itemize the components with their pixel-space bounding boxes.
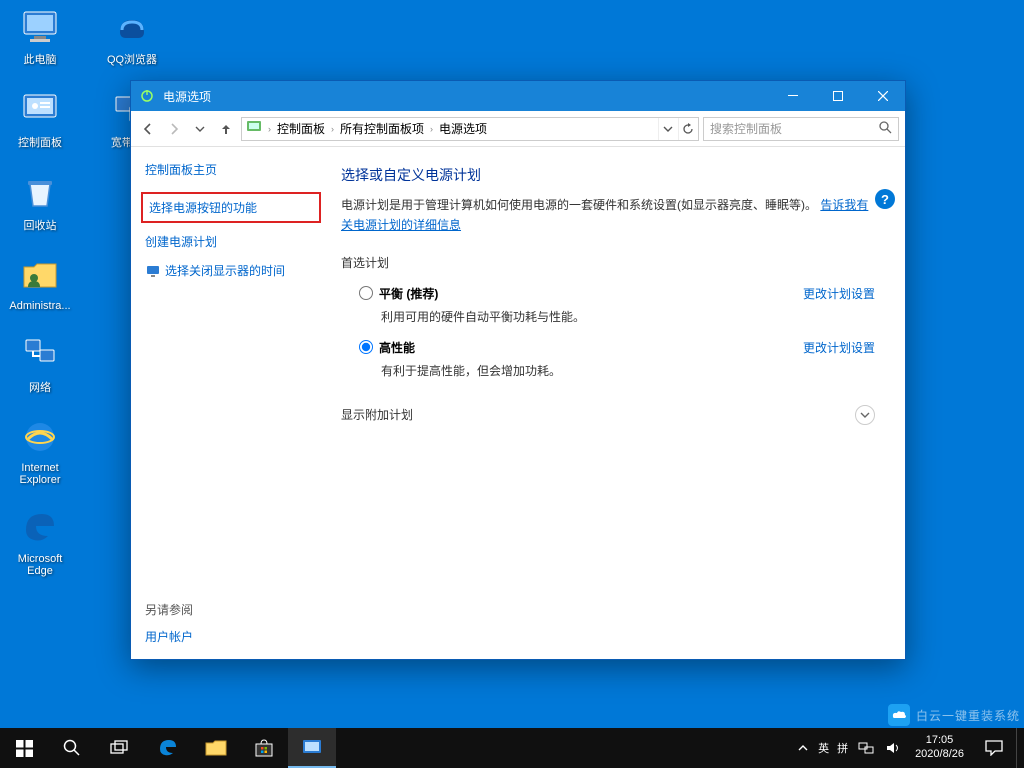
back-button[interactable] — [137, 118, 159, 140]
control-panel-icon — [246, 119, 262, 138]
label: 选择关闭显示器的时间 — [165, 262, 285, 279]
sidebar-link-user-accounts[interactable]: 用户帐户 — [145, 628, 317, 645]
taskbar-explorer[interactable] — [192, 728, 240, 768]
plan-name: 平衡 (推荐) — [379, 285, 438, 302]
edge-icon — [18, 506, 62, 550]
window-body: ? 控制面板主页 选择电源按钮的功能 创建电源计划 选择关闭显示器的时间 另请参… — [131, 147, 905, 659]
description: 电源计划是用于管理计算机如何使用电源的一套硬件和系统设置(如显示器亮度、睡眠等)… — [341, 195, 875, 236]
network-icon — [18, 332, 62, 376]
up-button[interactable] — [215, 118, 237, 140]
taskbar: 英 拼 17:05 2020/8/26 — [0, 728, 1024, 768]
forward-button[interactable] — [163, 118, 185, 140]
tray-overflow[interactable] — [792, 728, 814, 768]
recent-dropdown[interactable] — [189, 118, 211, 140]
label: Microsoft Edge — [6, 553, 74, 577]
search-icon — [879, 121, 892, 137]
tray-clock[interactable]: 17:05 2020/8/26 — [907, 734, 972, 762]
ime-indicator-lang[interactable]: 英 — [814, 728, 833, 768]
plan-balanced: 平衡 (推荐) 更改计划设置 利用可用的硬件自动平衡功耗与性能。 — [359, 285, 875, 325]
change-plan-link[interactable]: 更改计划设置 — [803, 285, 875, 302]
ie-icon — [18, 415, 62, 459]
chevron-right-icon: › — [266, 124, 273, 134]
plan-name: 高性能 — [379, 339, 415, 356]
toolbar: › 控制面板 › 所有控制面板项 › 电源选项 搜索控制面板 — [131, 111, 905, 147]
main-content: 选择或自定义电源计划 电源计划是用于管理计算机如何使用电源的一套硬件和系统设置(… — [331, 147, 905, 659]
window-power-options: 电源选项 › 控制面板 › 所有控制面板项 › 电源选项 搜索控制面板 — [130, 80, 906, 660]
show-desktop-button[interactable] — [1016, 728, 1022, 768]
preferred-plans-label: 首选计划 — [341, 254, 875, 271]
start-button[interactable] — [0, 728, 48, 768]
taskbar-controlpanel-active[interactable] — [288, 728, 336, 768]
label: 回收站 — [24, 217, 57, 233]
desktop-icon-edge[interactable]: Microsoft Edge — [6, 506, 74, 577]
label: Internet Explorer — [6, 462, 74, 486]
sidebar-item-create-plan[interactable]: 创建电源计划 — [145, 227, 317, 256]
change-plan-link[interactable]: 更改计划设置 — [803, 339, 875, 356]
folder-user-icon — [18, 253, 62, 297]
plan-radio-highperf[interactable]: 高性能 — [359, 339, 415, 356]
window-controls — [770, 81, 905, 111]
crumb-root[interactable]: 控制面板 — [275, 120, 327, 137]
search-input[interactable]: 搜索控制面板 — [703, 117, 899, 141]
show-additional-plans[interactable]: 显示附加计划 — [341, 405, 875, 425]
system-tray: 英 拼 17:05 2020/8/26 — [792, 728, 1024, 768]
refresh-button[interactable] — [678, 118, 696, 140]
taskbar-store[interactable] — [240, 728, 288, 768]
label: 创建电源计划 — [145, 233, 217, 250]
computer-icon — [18, 4, 62, 48]
label: 此电脑 — [24, 51, 57, 67]
sidebar-item-display-off[interactable]: 选择关闭显示器的时间 — [145, 256, 317, 285]
desktop-icon-controlpanel[interactable]: 控制面板 — [6, 87, 74, 150]
action-center-button[interactable] — [972, 728, 1016, 768]
date: 2020/8/26 — [915, 748, 964, 762]
ime-indicator-mode[interactable]: 拼 — [833, 728, 852, 768]
crumb-mid[interactable]: 所有控制面板项 — [338, 120, 426, 137]
qq-browser-icon — [110, 4, 154, 48]
desktop-icon-network[interactable]: 网络 — [6, 332, 74, 395]
search-placeholder: 搜索控制面板 — [710, 120, 782, 137]
display-icon — [145, 263, 161, 279]
desktop-icon-recyclebin[interactable]: 回收站 — [6, 170, 74, 233]
recycle-bin-icon — [18, 170, 62, 214]
maximize-button[interactable] — [815, 81, 860, 111]
desc-text: 电源计划是用于管理计算机如何使用电源的一套硬件和系统设置(如显示器亮度、睡眠等)… — [341, 198, 817, 212]
label: 显示附加计划 — [341, 406, 413, 423]
chevron-right-icon: › — [329, 124, 336, 134]
titlebar[interactable]: 电源选项 — [131, 81, 905, 111]
tray-volume-icon[interactable] — [880, 728, 907, 768]
address-dropdown[interactable] — [658, 118, 676, 140]
sidebar-home[interactable]: 控制面板主页 — [145, 161, 317, 178]
search-button[interactable] — [48, 728, 96, 768]
label: Administra... — [9, 300, 70, 312]
label: 选择电源按钮的功能 — [149, 199, 257, 216]
plan-note: 利用可用的硬件自动平衡功耗与性能。 — [381, 308, 875, 325]
label: QQ浏览器 — [107, 51, 157, 67]
close-button[interactable] — [860, 81, 905, 111]
minimize-button[interactable] — [770, 81, 815, 111]
taskbar-edge[interactable] — [144, 728, 192, 768]
desktop-icon-thispc[interactable]: 此电脑 — [6, 4, 74, 67]
tray-network-icon[interactable] — [852, 728, 880, 768]
window-title: 电源选项 — [163, 88, 770, 105]
desktop-icon-qqbrowser[interactable]: QQ浏览器 — [98, 4, 166, 67]
chevron-right-icon: › — [428, 124, 435, 134]
address-bar[interactable]: › 控制面板 › 所有控制面板项 › 电源选项 — [241, 117, 699, 141]
label: 控制面板 — [18, 134, 62, 150]
see-also-heading: 另请参阅 — [145, 601, 317, 618]
taskview-button[interactable] — [96, 728, 144, 768]
crumb-leaf[interactable]: 电源选项 — [437, 120, 489, 137]
page-title: 选择或自定义电源计划 — [341, 165, 875, 185]
desktop-icon-ie[interactable]: Internet Explorer — [6, 415, 74, 486]
chevron-down-icon — [855, 405, 875, 425]
label: 网络 — [29, 379, 51, 395]
sidebar: 控制面板主页 选择电源按钮的功能 创建电源计划 选择关闭显示器的时间 另请参阅 … — [131, 147, 331, 659]
plan-note: 有利于提高性能，但会增加功耗。 — [381, 362, 875, 379]
time: 17:05 — [915, 734, 964, 748]
control-panel-icon — [18, 87, 62, 131]
desktop-icon-admin[interactable]: Administra... — [6, 253, 74, 312]
power-icon — [139, 88, 155, 104]
sidebar-item-power-button[interactable]: 选择电源按钮的功能 — [141, 192, 321, 223]
plan-highperf: 高性能 更改计划设置 有利于提高性能，但会增加功耗。 — [359, 339, 875, 379]
plan-radio-balanced[interactable]: 平衡 (推荐) — [359, 285, 438, 302]
